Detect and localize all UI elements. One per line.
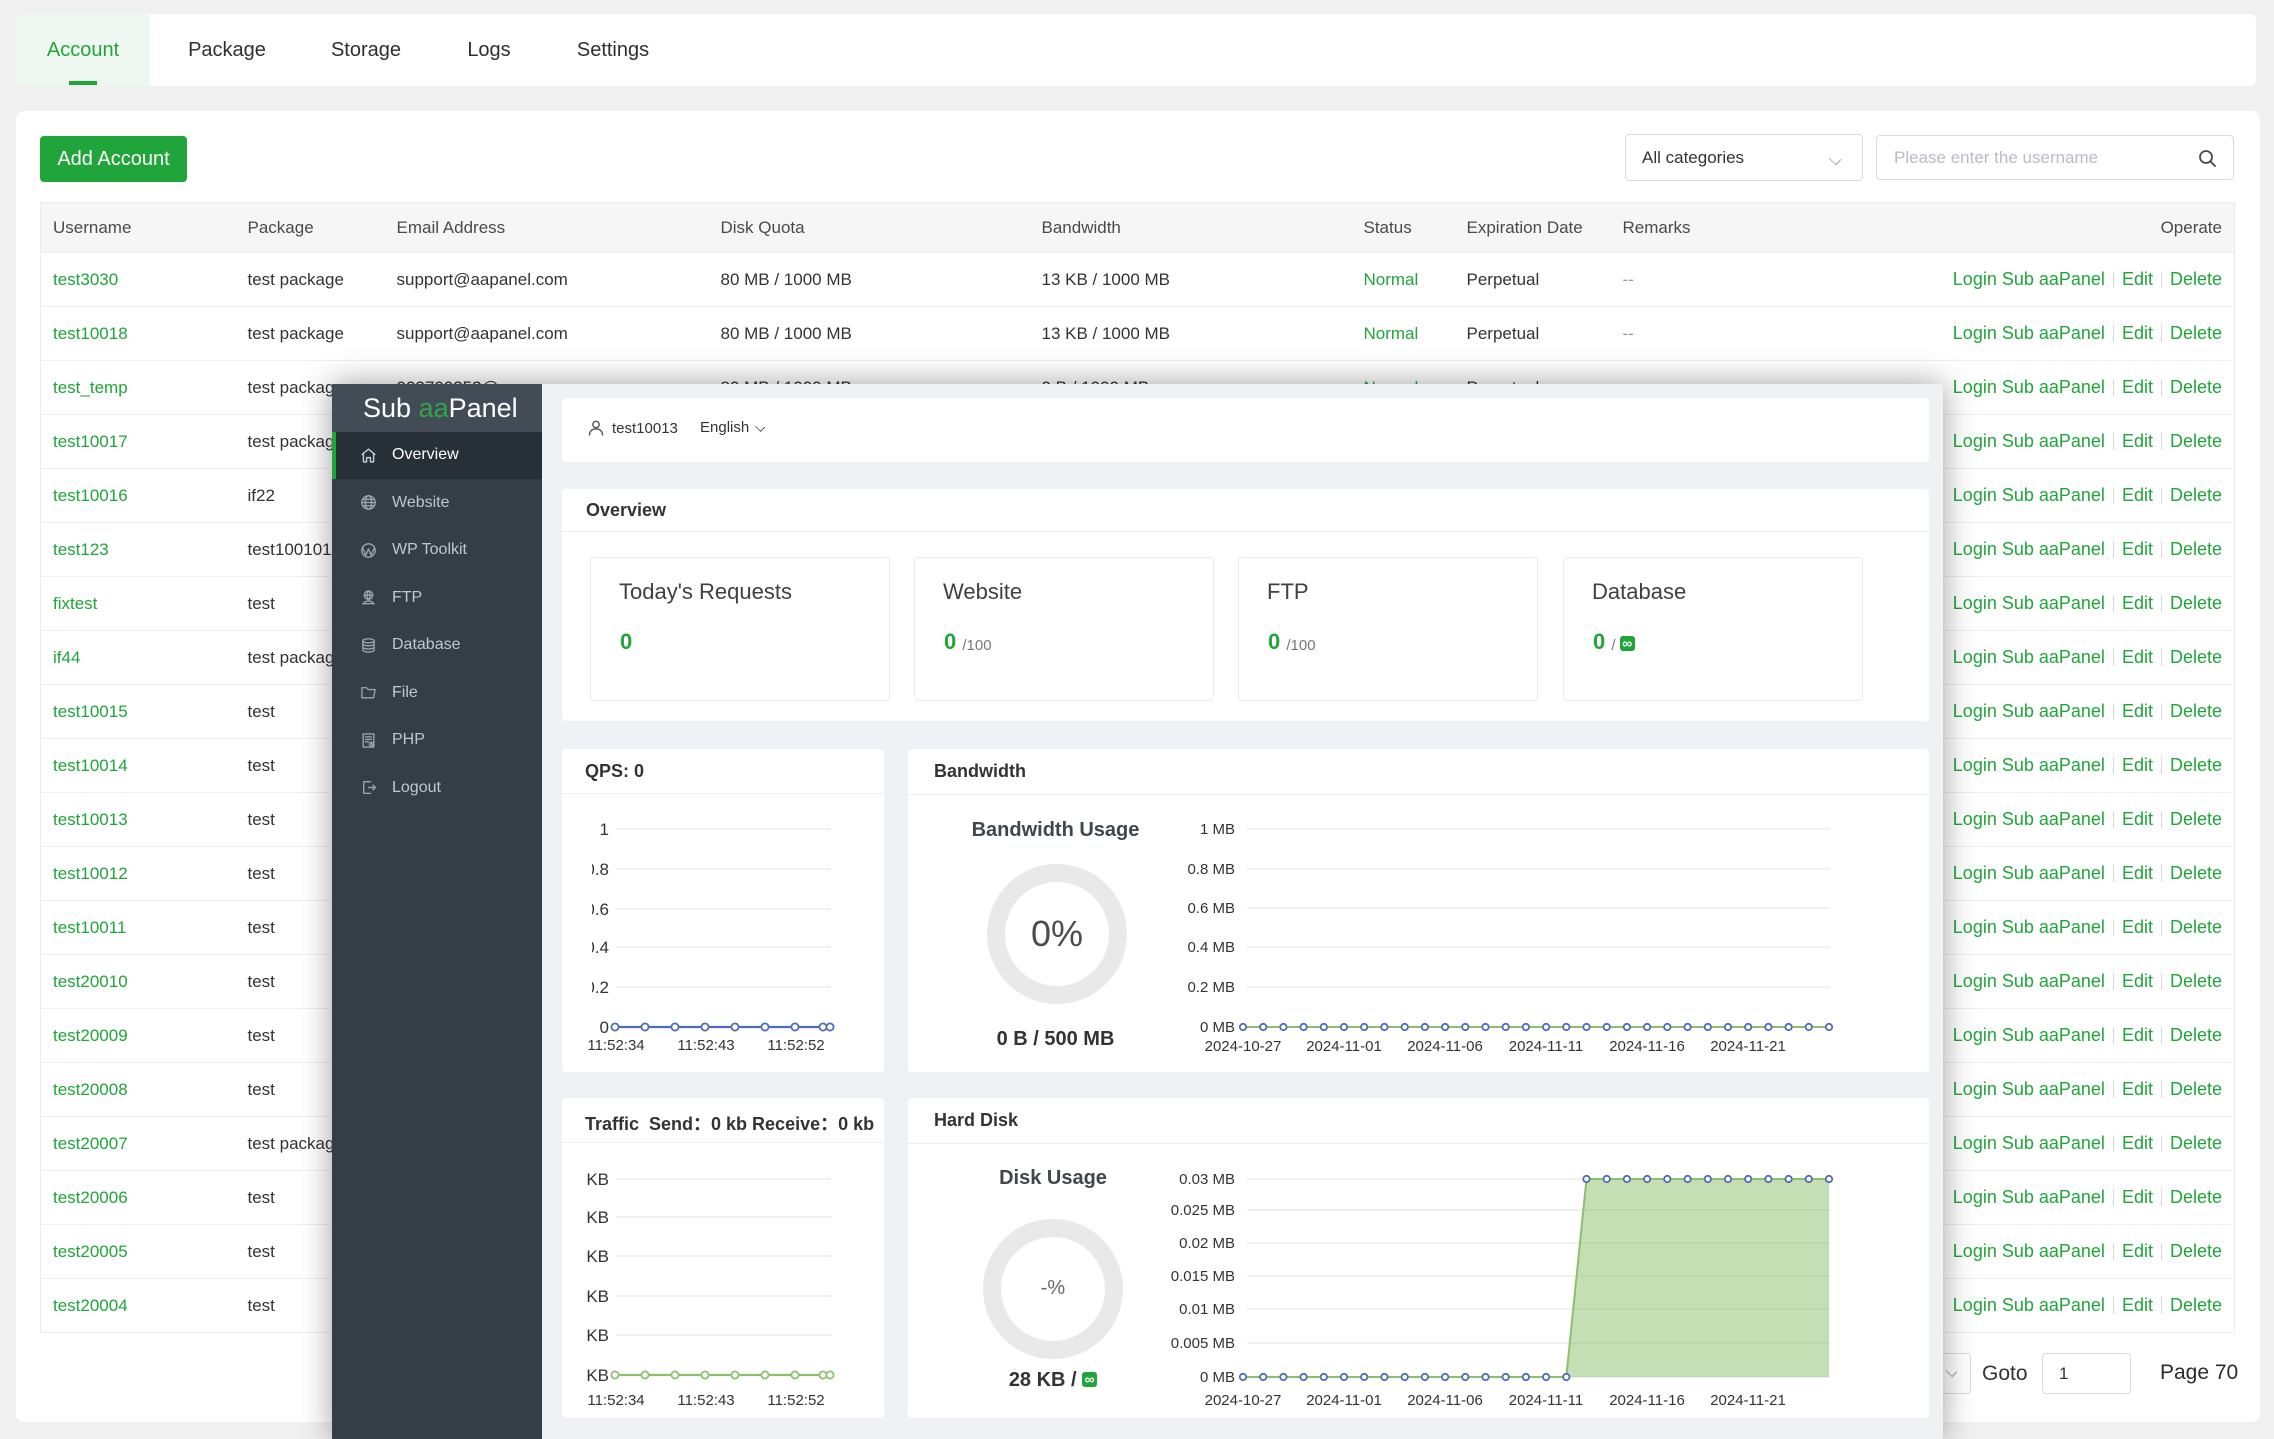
svg-text:KB: KB <box>586 1170 609 1189</box>
svg-text:2024-11-01: 2024-11-01 <box>1306 1038 1382 1055</box>
svg-text:KB: KB <box>586 1287 609 1306</box>
svg-text:0.2 MB: 0.2 MB <box>1187 979 1235 996</box>
svg-text:0.4 MB: 0.4 MB <box>1187 939 1235 956</box>
svg-text:2024-11-11: 2024-11-11 <box>1509 1392 1584 1409</box>
svg-text:2024-11-16: 2024-11-16 <box>1609 1038 1685 1055</box>
svg-text:0.01 MB: 0.01 MB <box>1179 1301 1235 1318</box>
svg-text:2024-11-21: 2024-11-21 <box>1710 1038 1786 1055</box>
svg-text:0.02 MB: 0.02 MB <box>1179 1235 1235 1252</box>
svg-text:1: 1 <box>600 820 609 839</box>
svg-text:KB: KB <box>586 1366 609 1385</box>
svg-text:0.6: 0.6 <box>585 900 609 919</box>
svg-text:2024-11-21: 2024-11-21 <box>1710 1392 1786 1409</box>
svg-text:0 MB: 0 MB <box>1200 1369 1235 1386</box>
svg-text:2024-11-06: 2024-11-06 <box>1407 1392 1483 1409</box>
svg-text:KB: KB <box>586 1208 609 1227</box>
svg-text:2024-11-06: 2024-11-06 <box>1407 1038 1483 1055</box>
svg-text:2024-11-16: 2024-11-16 <box>1609 1392 1685 1409</box>
svg-text:11:52:34: 11:52:34 <box>587 1392 644 1409</box>
svg-text:0.6 MB: 0.6 MB <box>1187 900 1235 917</box>
svg-text:11:52:52: 11:52:52 <box>767 1037 824 1054</box>
svg-text:2024-10-27: 2024-10-27 <box>1205 1038 1282 1055</box>
svg-text:11:52:43: 11:52:43 <box>677 1392 734 1409</box>
svg-text:0: 0 <box>600 1018 609 1037</box>
svg-text:0.8: 0.8 <box>585 860 609 879</box>
svg-text:2024-11-01: 2024-11-01 <box>1306 1392 1382 1409</box>
svg-text:11:52:34: 11:52:34 <box>587 1037 644 1054</box>
svg-text:0.2: 0.2 <box>585 978 609 997</box>
svg-text:0.4: 0.4 <box>585 938 609 957</box>
svg-text:11:52:43: 11:52:43 <box>677 1037 734 1054</box>
svg-text:0 MB: 0 MB <box>1200 1019 1235 1036</box>
svg-text:0.8 MB: 0.8 MB <box>1187 861 1235 878</box>
svg-text:KB: KB <box>586 1326 609 1345</box>
svg-text:2024-10-27: 2024-10-27 <box>1205 1392 1282 1409</box>
svg-text:0.025 MB: 0.025 MB <box>1171 1202 1235 1219</box>
svg-text:0.005 MB: 0.005 MB <box>1171 1335 1235 1352</box>
svg-text:1 MB: 1 MB <box>1200 821 1235 838</box>
svg-text:2024-11-11: 2024-11-11 <box>1509 1038 1584 1055</box>
svg-text:KB: KB <box>586 1247 609 1266</box>
svg-text:0.015 MB: 0.015 MB <box>1171 1268 1235 1285</box>
svg-text:11:52:52: 11:52:52 <box>767 1392 824 1409</box>
